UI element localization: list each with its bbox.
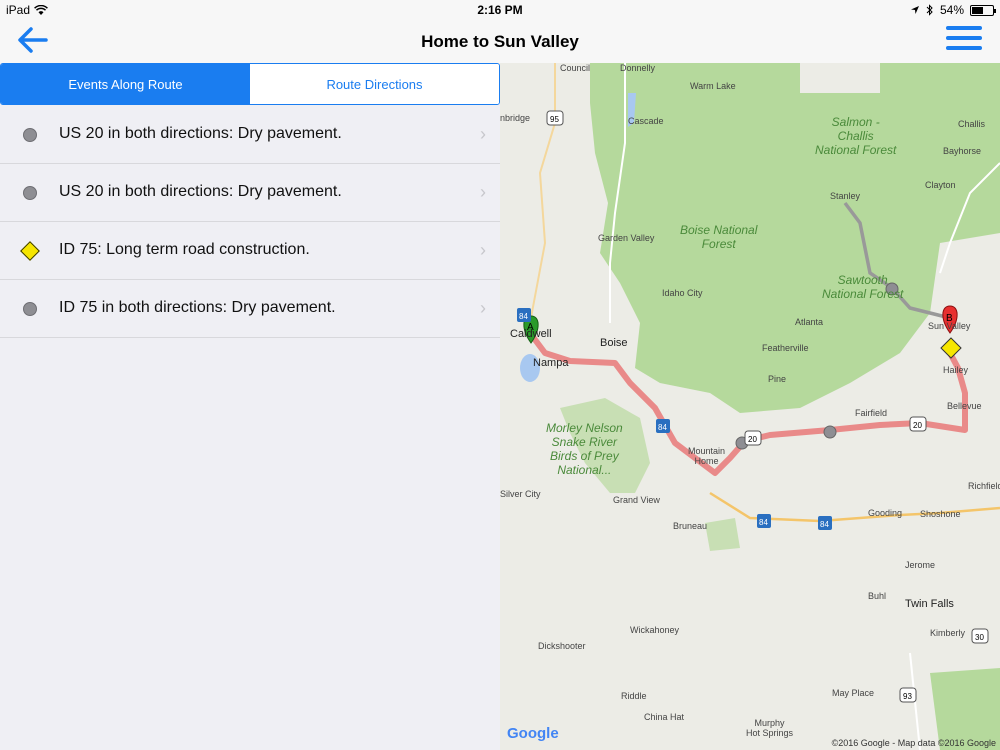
status-bar: iPad 2:16 PM 54% — [0, 0, 1000, 20]
map-label: Cascade — [628, 116, 664, 126]
svg-text:20: 20 — [913, 421, 922, 430]
map-label: Stanley — [830, 191, 861, 201]
map-label: Morley Nelson Snake River Birds of Prey … — [546, 421, 623, 477]
map-label: Twin Falls — [905, 598, 954, 610]
map-label: Silver City — [500, 489, 541, 499]
map-label: Sun Valley — [928, 321, 971, 331]
svg-text:84: 84 — [759, 518, 768, 527]
gray-circle-icon — [22, 127, 38, 143]
status-time: 2:16 PM — [477, 3, 523, 17]
bluetooth-icon — [926, 4, 933, 16]
gray-circle-icon — [22, 301, 38, 317]
highway-shield-84: 84 — [757, 514, 771, 528]
map-copyright: ©2016 Google - Map data ©2016 Google — [831, 738, 996, 748]
svg-text:95: 95 — [550, 115, 559, 124]
svg-text:30: 30 — [975, 633, 984, 642]
list-item[interactable]: US 20 in both directions: Dry pavement. … — [0, 106, 500, 164]
event-text: ID 75 in both directions: Dry pavement. — [59, 299, 336, 316]
map-label: Boise — [600, 337, 628, 349]
map-label: Atlanta — [795, 317, 824, 327]
segmented-control: Events Along Route Route Directions — [0, 63, 500, 105]
map-label: Bayhorse — [943, 146, 982, 156]
google-logo: Google — [507, 725, 559, 742]
map-label: Pine — [768, 374, 787, 384]
map-label: Dickshooter — [538, 641, 586, 651]
battery-icon — [970, 4, 996, 16]
map-label: May Place — [832, 688, 875, 698]
chevron-right-icon: › — [480, 182, 486, 202]
hamburger-menu-icon — [946, 26, 982, 50]
list-item[interactable]: ID 75 in both directions: Dry pavement. … — [0, 280, 500, 338]
map-label: Warm Lake — [690, 81, 736, 91]
chevron-right-icon: › — [480, 124, 486, 144]
map-label: Shoshone — [920, 509, 961, 519]
event-text: US 20 in both directions: Dry pavement. — [59, 183, 342, 200]
map-label: Donnelly — [620, 63, 656, 73]
map-label: Sawtooth National Forest — [822, 273, 904, 301]
map-label: China Hat — [644, 712, 685, 722]
status-right: 54% — [910, 3, 996, 17]
tab-route-directions[interactable]: Route Directions — [250, 64, 499, 104]
event-text: US 20 in both directions: Dry pavement. — [59, 125, 342, 142]
nav-bar: Home to Sun Valley — [0, 20, 1000, 63]
map-label: Featherville — [762, 343, 809, 353]
yellow-diamond-icon — [20, 241, 40, 261]
map-label: nbridge — [500, 113, 531, 123]
page-title: Home to Sun Valley — [421, 32, 579, 51]
highway-shield-84: 84 — [656, 419, 670, 433]
map-label: Caldwell — [510, 328, 552, 340]
map-label: Buhl — [868, 591, 887, 601]
highway-shield-93: 93 — [899, 687, 917, 703]
highway-shield-84: 84 — [517, 308, 531, 322]
map-label: Idaho City — [662, 288, 703, 298]
list-item[interactable]: ID 75: Long term road construction. › — [0, 222, 500, 280]
map-label: Clayton — [925, 180, 956, 190]
map-label: Bellevue — [947, 401, 982, 411]
highway-shield-95: 95 — [546, 110, 564, 126]
route-map[interactable]: A B 95 84 84 20 20 84 84 93 30 Council D… — [500, 63, 1000, 750]
location-arrow-icon — [910, 6, 919, 14]
svg-text:84: 84 — [658, 423, 667, 432]
battery-percent: 54% — [939, 3, 964, 17]
svg-text:20: 20 — [748, 435, 757, 444]
svg-text:84: 84 — [820, 520, 829, 529]
event-list: US 20 in both directions: Dry pavement. … — [0, 106, 500, 338]
event-marker-diamond — [940, 337, 962, 359]
map-label: Boise National Forest — [680, 223, 758, 251]
map-label: Kimberly — [930, 628, 966, 638]
map-label: Council — [560, 63, 591, 73]
battery-fill — [972, 6, 983, 14]
svg-text:93: 93 — [903, 692, 912, 701]
map-label: Riddle — [621, 691, 647, 701]
road-95 — [529, 63, 556, 324]
map-label: Garden Valley — [598, 233, 655, 243]
highway-shield-30: 30 — [971, 628, 989, 644]
map-label: Richfield — [968, 481, 1000, 491]
chevron-right-icon: › — [480, 240, 486, 260]
map-label: Salmon - Challis National Forest — [815, 115, 897, 157]
menu-button[interactable] — [946, 26, 982, 56]
highway-shield-84: 84 — [818, 516, 832, 530]
map-label: Fairfield — [855, 408, 888, 418]
highway-shield-20: 20 — [744, 430, 762, 446]
map-label: Jerome — [905, 560, 936, 570]
map-label: Hailey — [943, 365, 969, 375]
svg-text:84: 84 — [519, 312, 528, 321]
tab-events-along-route[interactable]: Events Along Route — [1, 64, 250, 104]
map-label: Challis — [958, 119, 986, 129]
map-label: Grand View — [613, 495, 660, 505]
highway-shield-20: 20 — [909, 416, 927, 432]
gray-circle-icon — [22, 185, 38, 201]
event-marker-gray — [823, 425, 837, 439]
map-label: Gooding — [868, 508, 903, 518]
forest-area-bruneau — [705, 518, 740, 551]
map-label: Mountain Home — [688, 446, 726, 466]
chevron-right-icon: › — [480, 298, 486, 318]
event-text: ID 75: Long term road construction. — [59, 241, 310, 258]
map-label: Bruneau — [673, 521, 708, 531]
map-label: Murphy Hot Springs — [746, 718, 794, 738]
map-label: Wickahoney — [630, 625, 680, 635]
map-label: Nampa — [533, 357, 569, 369]
list-item[interactable]: US 20 in both directions: Dry pavement. … — [0, 164, 500, 222]
